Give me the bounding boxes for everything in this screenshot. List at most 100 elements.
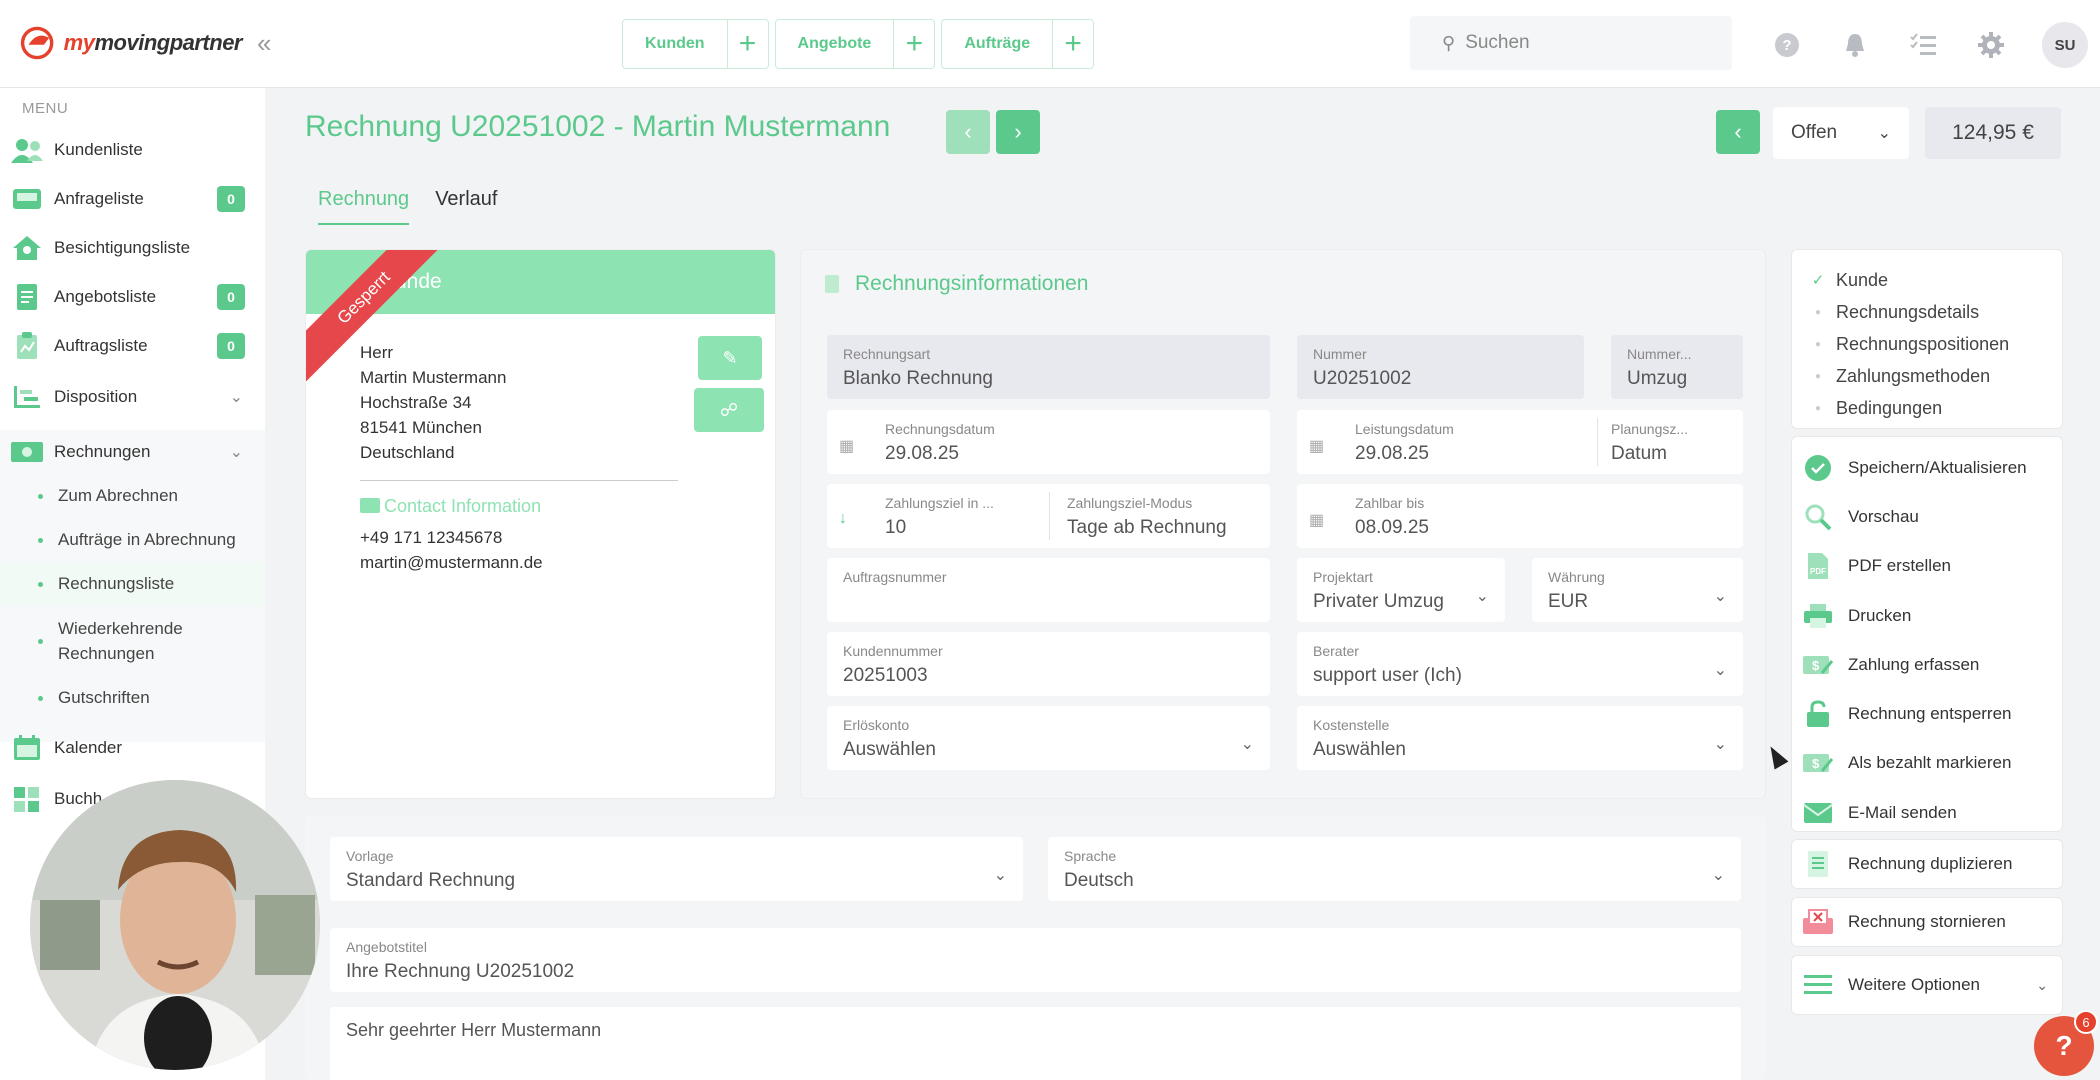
sidebar-item-rechnungen[interactable]: Rechnungen ⌄: [10, 430, 255, 474]
collapse-sidebar-icon[interactable]: «: [257, 28, 271, 59]
nummer-field[interactable]: Nummer U20251002: [1297, 335, 1584, 399]
rechnungsdatum-field[interactable]: ▦ Rechnungsdatum 29.08.25: [827, 410, 1270, 474]
auftragsnummer-field[interactable]: Auftragsnummer: [827, 558, 1270, 622]
next-invoice-button[interactable]: ›: [996, 110, 1040, 154]
printer-icon: [1802, 601, 1834, 631]
back-button[interactable]: ‹: [1716, 110, 1760, 154]
mouse-cursor: [1763, 742, 1789, 770]
add-angebot-icon[interactable]: +: [894, 20, 934, 68]
step-bedingungen[interactable]: ● Bedingungen: [1810, 392, 2044, 424]
kostenstelle-select[interactable]: Kostenstelle Auswählen ⌄: [1297, 706, 1743, 770]
step-kunde[interactable]: ✓ Kunde: [1810, 264, 2044, 296]
more-options-button[interactable]: Weitere Optionen ⌄: [1791, 955, 2063, 1015]
link-customer-button[interactable]: ☍: [694, 388, 764, 432]
previous-invoice-button[interactable]: ‹: [946, 110, 990, 154]
chevron-down-icon: ⌄: [229, 444, 243, 461]
add-kunde-icon[interactable]: +: [728, 20, 768, 68]
field-value: 20251003: [843, 665, 928, 686]
kundennummer-field[interactable]: Kundennummer 20251003: [827, 632, 1270, 696]
add-auftrag-icon[interactable]: +: [1053, 20, 1093, 68]
field-label: Erlöskonto: [843, 717, 910, 733]
angebotstitel-field[interactable]: Angebotstitel Ihre Rechnung U20251002: [330, 928, 1741, 992]
nav-angebote-button[interactable]: Angebote: [776, 20, 895, 68]
preview-button[interactable]: Vorschau: [1802, 492, 2052, 541]
sidebar-item-angebotsliste[interactable]: Angebotsliste 0: [10, 275, 255, 319]
zahlungsziel-modus-field[interactable]: Zahlungsziel-Modus Tage ab Rechnung: [1067, 495, 1262, 539]
leistungsdatum-field[interactable]: ▦ Leistungsdatum 29.08.25 Planungsz... D…: [1297, 410, 1743, 474]
sidebar-subitem-label: Rechnungsliste: [58, 574, 175, 593]
bell-icon[interactable]: [1838, 28, 1872, 62]
count-badge: 0: [217, 333, 245, 359]
tasks-icon[interactable]: [1906, 28, 1940, 62]
intro-text-editor[interactable]: Sehr geehrter Herr Mustermann: [330, 1007, 1741, 1080]
mark-as-paid-button[interactable]: $ Als bezahlt markieren: [1802, 739, 2052, 788]
sidebar-subitem-zum-abrechnen[interactable]: Zum Abrechnen: [0, 474, 265, 518]
send-email-button[interactable]: E-Mail senden: [1802, 788, 2052, 837]
divider: [360, 480, 678, 481]
chevron-down-icon: ⌄: [1713, 588, 1727, 605]
sidebar-subitem-wiederkehrende-rechnungen[interactable]: Wiederkehrende Rechnungen: [0, 606, 265, 676]
sidebar-item-disposition[interactable]: Disposition ⌄: [10, 375, 255, 419]
sidebar-item-kundenliste[interactable]: Kundenliste: [10, 128, 255, 172]
schedule-icon: [10, 382, 44, 412]
link-icon: ☍: [719, 399, 739, 420]
sidebar-item-anfrageliste[interactable]: Anfrageliste 0: [10, 177, 255, 221]
vorlage-select[interactable]: Vorlage Standard Rechnung ⌄: [330, 837, 1023, 901]
step-zahlungsmethoden[interactable]: ● Zahlungsmethoden: [1810, 360, 2044, 392]
zahlungsziel-field[interactable]: ↓ Zahlungsziel in ... 10 Zahlungsziel-Mo…: [827, 484, 1270, 548]
users-icon: [10, 135, 44, 165]
chevron-down-icon: ⌄: [1475, 588, 1489, 605]
tab-verlauf[interactable]: Verlauf: [435, 188, 497, 225]
document-icon: [825, 275, 839, 293]
street: Hochstraße 34: [360, 393, 472, 412]
nav-auftraege-button[interactable]: Aufträge: [942, 20, 1054, 68]
cancel-invoice-button[interactable]: Rechnung stornieren: [1791, 897, 2063, 947]
sidebar-subitem-gutschriften[interactable]: Gutschriften: [0, 676, 265, 720]
edit-customer-button[interactable]: ✎: [698, 336, 762, 380]
nummernkreis-field[interactable]: Nummer... Umzug: [1611, 335, 1743, 399]
sidebar-item-besichtigungsliste[interactable]: Besichtigungsliste: [10, 226, 255, 270]
step-rechnungsdetails[interactable]: ● Rechnungsdetails: [1810, 296, 2044, 328]
print-button[interactable]: Drucken: [1802, 591, 2052, 640]
field-value: Ihre Rechnung U20251002: [346, 961, 575, 982]
record-payment-button[interactable]: $ Zahlung erfassen: [1802, 640, 2052, 689]
progress-steps: ✓ Kunde ● Rechnungsdetails ● Rechnungsposit…: [1791, 249, 2063, 429]
waehrung-select[interactable]: Währung EUR ⌄: [1532, 558, 1743, 622]
berater-select[interactable]: Berater support user (Ich) ⌄: [1297, 632, 1743, 696]
planungszeitraum-field[interactable]: Planungsz... Datum: [1611, 421, 1731, 465]
step-rechnungspositionen[interactable]: ● Rechnungspositionen: [1810, 328, 2044, 360]
greeting-text: Sehr geehrter Herr Mustermann: [346, 1020, 602, 1040]
sprache-select[interactable]: Sprache Deutsch ⌄: [1048, 837, 1741, 901]
sidebar-subitem-rechnungsliste[interactable]: Rechnungsliste: [0, 562, 265, 606]
status-value: Offen: [1791, 122, 1838, 143]
help-icon[interactable]: ?: [1770, 28, 1804, 62]
erloeskonto-select[interactable]: Erlöskonto Auswählen ⌄: [827, 706, 1270, 770]
rechnungsart-field[interactable]: Rechnungsart Blanko Rechnung: [827, 335, 1270, 399]
sidebar-item-kalender[interactable]: Kalender: [10, 726, 255, 770]
logo[interactable]: mymovingpartner: [20, 20, 242, 66]
duplicate-invoice-button[interactable]: Rechnung duplizieren: [1791, 839, 2063, 889]
avatar[interactable]: SU: [2042, 22, 2088, 68]
sidebar-subitem-auftraege-in-abrechnung[interactable]: Aufträge in Abrechnung: [0, 518, 265, 562]
projektart-select[interactable]: Projektart Privater Umzug ⌄: [1297, 558, 1505, 622]
webcam-overlay: [30, 780, 320, 1070]
nav-kunden-button[interactable]: Kunden: [623, 20, 728, 68]
chevron-down-icon: ⌄: [2036, 976, 2048, 993]
create-pdf-button[interactable]: PDF PDF erstellen: [1802, 542, 2052, 591]
save-button[interactable]: Speichern/Aktualisieren: [1802, 443, 2052, 492]
sidebar-item-auftragsliste[interactable]: Auftragsliste 0: [10, 324, 255, 368]
gear-icon[interactable]: [1974, 28, 2008, 62]
zahlbar-bis-field[interactable]: ▦ Zahlbar bis 08.09.25: [1297, 484, 1743, 548]
invoice-information-card: Rechnungsinformationen Rechnungsart Blan…: [800, 249, 1766, 799]
field-value: Auswählen: [1313, 739, 1406, 760]
presenter-video-image: [30, 780, 320, 1070]
document-icon: [10, 282, 44, 312]
search-input[interactable]: ⚲ Suchen: [1410, 16, 1732, 70]
unlock-invoice-button[interactable]: Rechnung entsperren: [1802, 689, 2052, 738]
field-label: Kostenstelle: [1313, 717, 1390, 733]
field-label: Nummer...: [1627, 346, 1692, 362]
status-select[interactable]: Offen ⌄: [1773, 107, 1909, 159]
field-value: Datum: [1611, 443, 1667, 464]
sidebar-item-label: Kalender: [54, 738, 123, 757]
tab-rechnung[interactable]: Rechnung: [318, 188, 410, 225]
